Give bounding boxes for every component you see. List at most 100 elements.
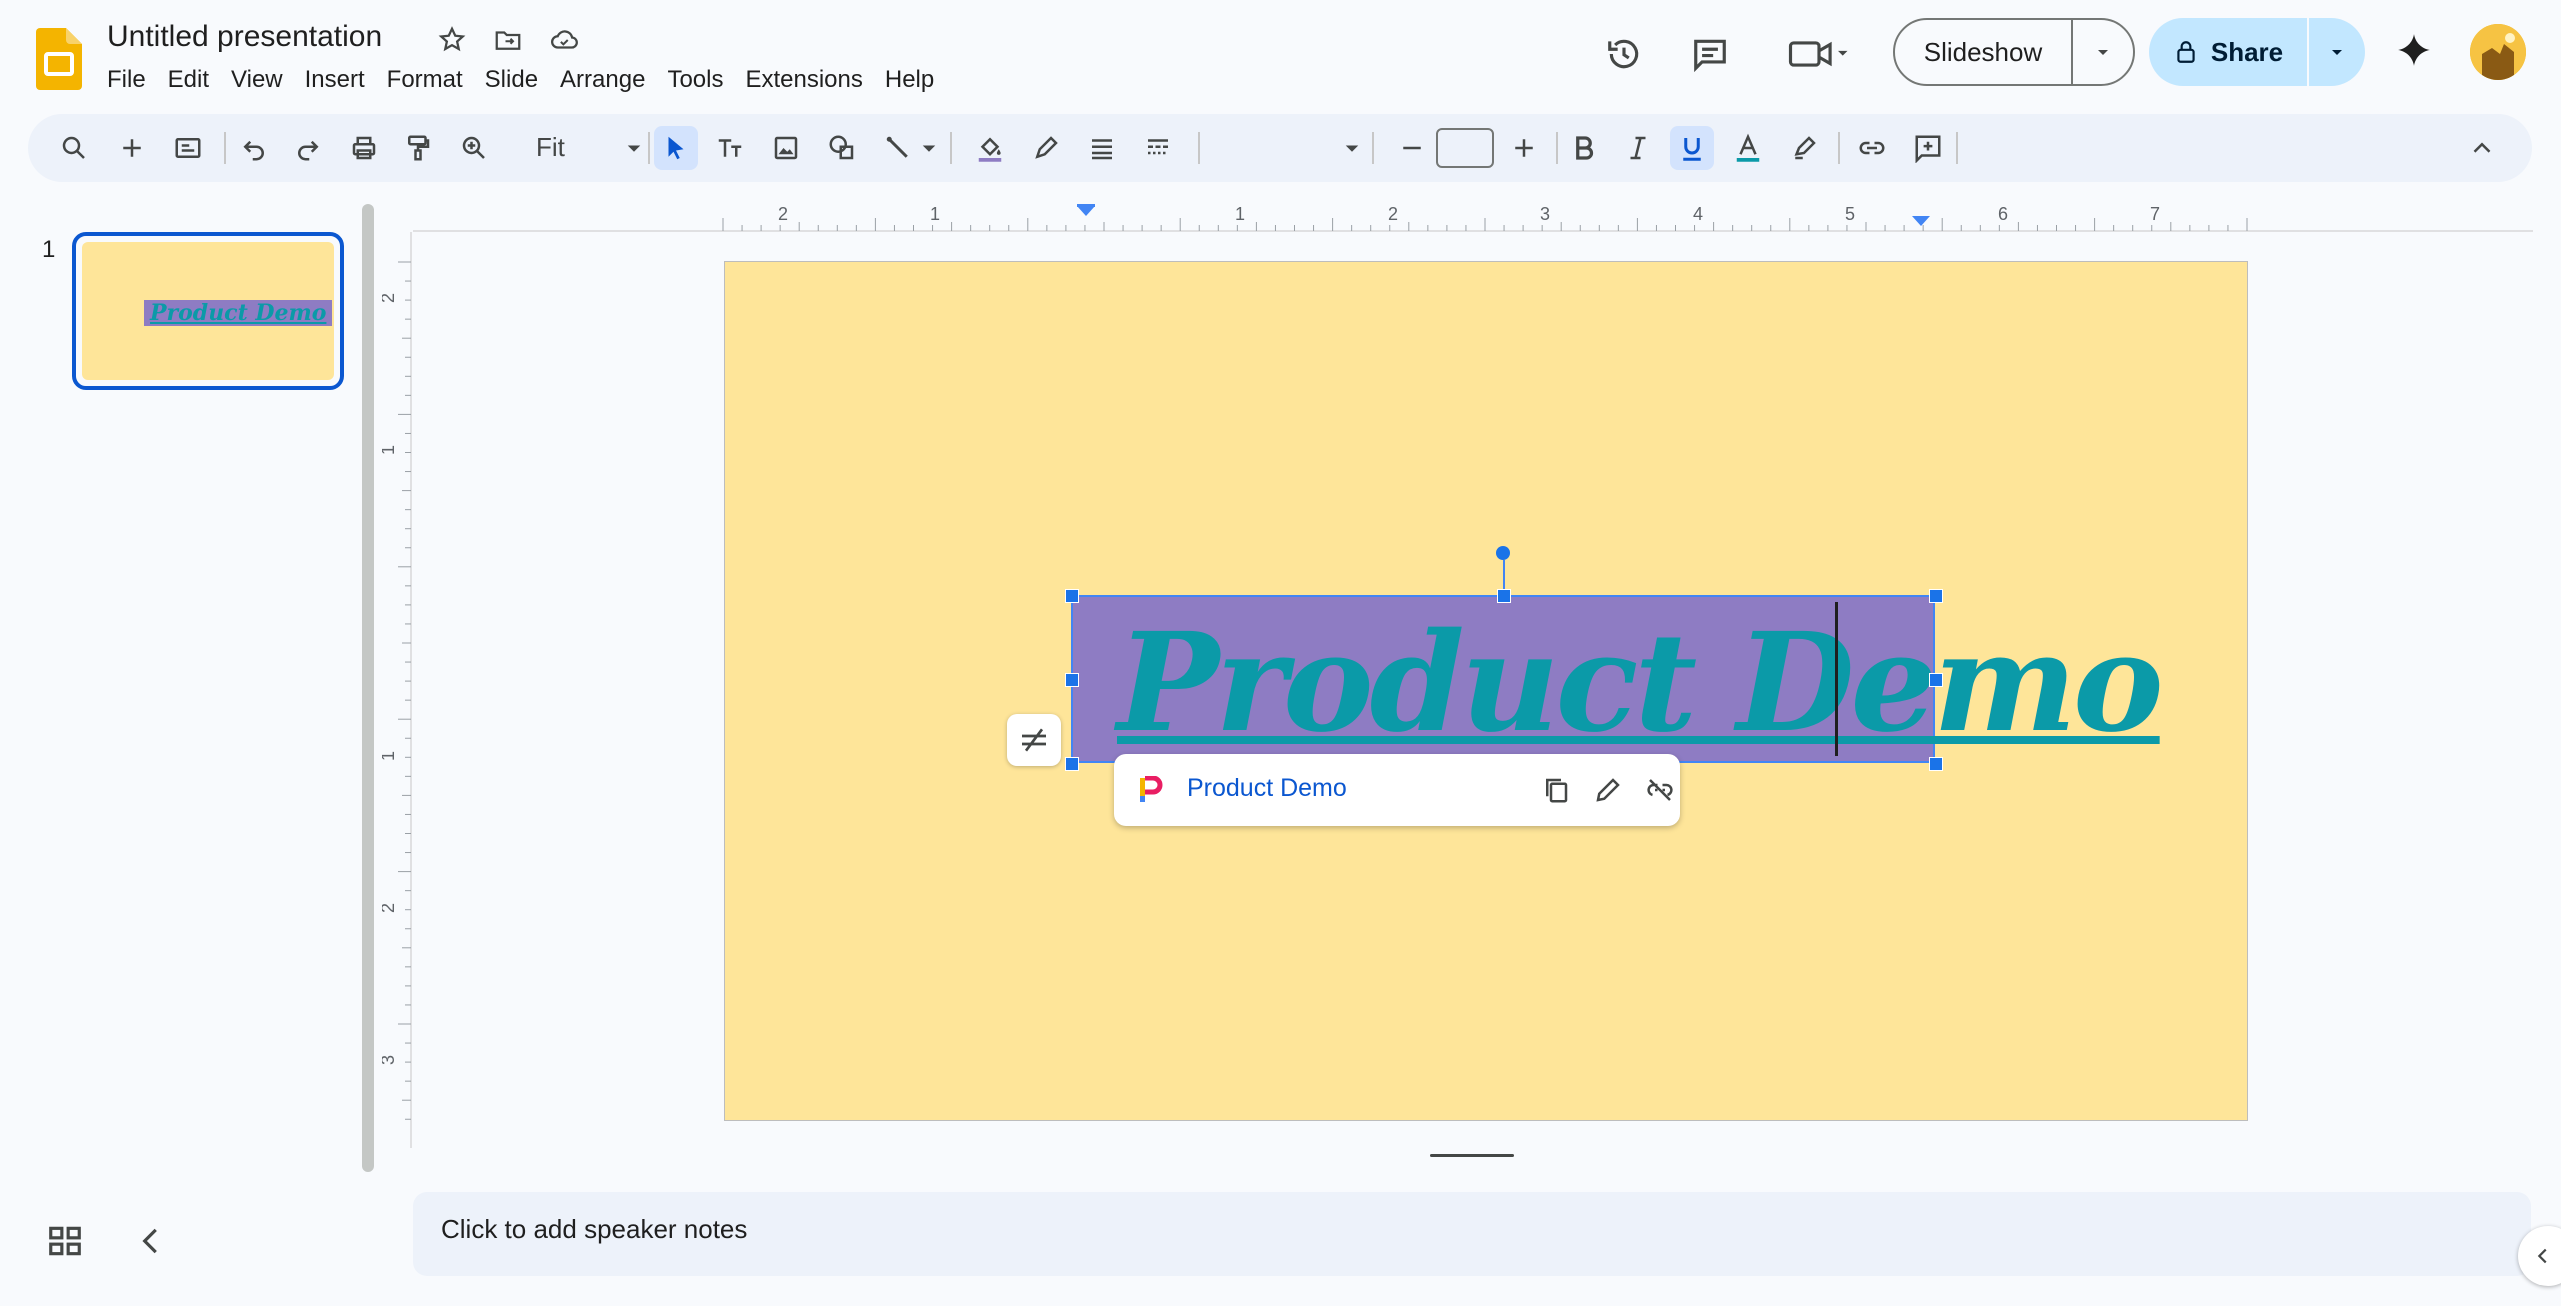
underline-icon[interactable]: [1670, 126, 1714, 170]
ruler-label: 2: [382, 903, 398, 913]
share-dropdown-icon[interactable]: [2309, 40, 2365, 64]
title-text-box[interactable]: Product Demo: [1071, 595, 2164, 763]
document-title[interactable]: Untitled presentation: [107, 20, 382, 54]
menu-bar: File Edit View Insert Format Slide Arran…: [96, 62, 945, 98]
account-avatar[interactable]: [2470, 24, 2526, 80]
decrease-font-size-icon[interactable]: [1390, 126, 1434, 170]
search-menus-icon[interactable]: [52, 126, 96, 170]
collapse-toolbar-icon[interactable]: [2460, 126, 2504, 170]
shape-icon[interactable]: [820, 126, 864, 170]
speaker-notes[interactable]: Click to add speaker notes: [413, 1192, 2531, 1276]
border-weight-icon[interactable]: [1080, 126, 1124, 170]
slideshow-group: Slideshow: [1893, 18, 2135, 86]
select-tool-icon[interactable]: [654, 126, 698, 170]
lock-icon: [2177, 41, 2195, 63]
print-icon[interactable]: [342, 126, 386, 170]
speaker-notes-placeholder: Click to add speaker notes: [441, 1214, 748, 1244]
menu-file[interactable]: File: [96, 62, 157, 98]
ruler-label: 2: [382, 293, 398, 303]
cloud-saved-icon[interactable]: [546, 22, 582, 58]
undo-icon[interactable]: [232, 126, 276, 170]
share-button[interactable]: Share: [2149, 18, 2309, 86]
layout-icon[interactable]: [166, 126, 210, 170]
resize-handle-bottom-right[interactable]: [1929, 757, 1943, 771]
slideshow-button[interactable]: Slideshow: [1895, 20, 2073, 84]
menu-help[interactable]: Help: [874, 62, 945, 98]
ruler-label: 2: [778, 204, 788, 224]
right-indent-marker[interactable]: [1912, 216, 1930, 226]
filmstrip-scrollbar[interactable]: [362, 204, 374, 1172]
version-history-icon[interactable]: [1596, 26, 1652, 82]
increase-font-size-icon[interactable]: [1502, 126, 1546, 170]
slides-logo[interactable]: [36, 28, 82, 90]
move-folder-icon[interactable]: [490, 22, 526, 58]
menu-view[interactable]: View: [220, 62, 294, 98]
font-dropdown-icon[interactable]: [1330, 126, 1374, 170]
smart-chip-toggle-icon[interactable]: [1007, 714, 1061, 766]
border-dash-icon[interactable]: [1136, 126, 1180, 170]
ruler-label: 7: [2150, 204, 2160, 224]
menu-insert[interactable]: Insert: [294, 62, 376, 98]
resize-handle-top-right[interactable]: [1929, 589, 1943, 603]
ruler-label: 1: [930, 204, 940, 224]
ruler-label: 3: [1540, 204, 1550, 224]
menu-format[interactable]: Format: [376, 62, 474, 98]
vertical-ruler[interactable]: 2 1 1 2 3: [382, 232, 412, 1148]
text-box-icon[interactable]: [708, 126, 752, 170]
slide-number: 1: [42, 236, 56, 263]
menu-tools[interactable]: Tools: [656, 62, 734, 98]
hide-filmstrip-icon[interactable]: [132, 1222, 170, 1260]
border-color-icon[interactable]: [1024, 126, 1068, 170]
share-label: Share: [2210, 36, 2284, 67]
resize-handle-bottom-left[interactable]: [1065, 757, 1079, 771]
edit-link-icon[interactable]: [1590, 772, 1626, 808]
slide-thumbnail[interactable]: Product Demo: [72, 232, 344, 390]
insert-image-icon[interactable]: [764, 126, 808, 170]
ruler-label: 1: [382, 445, 398, 455]
grid-view-icon[interactable]: [46, 1222, 84, 1260]
line-dropdown-icon[interactable]: [914, 126, 944, 170]
horizontal-ruler[interactable]: 2 1 1 2 3 4 5 6 7: [413, 204, 2533, 232]
notes-resize-handle[interactable]: [1430, 1154, 1514, 1157]
meet-call-icon[interactable]: [1776, 26, 1862, 82]
menu-slide[interactable]: Slide: [474, 62, 549, 98]
thumbnail-title: Product Demo: [144, 300, 333, 326]
redo-icon[interactable]: [286, 126, 330, 170]
thumbnail-canvas: Product Demo: [82, 242, 334, 380]
insert-link-icon[interactable]: [1850, 126, 1894, 170]
menu-edit[interactable]: Edit: [157, 62, 220, 98]
rotation-handle[interactable]: [1496, 546, 1510, 560]
chevron-left-icon: [2537, 1248, 2547, 1264]
fill-color-icon[interactable]: [968, 126, 1012, 170]
resize-handle-left[interactable]: [1065, 673, 1079, 687]
ruler-label: 4: [1693, 204, 1703, 224]
remove-link-icon[interactable]: [1642, 772, 1678, 808]
comments-icon[interactable]: [1682, 26, 1738, 82]
slideshow-dropdown-icon[interactable]: [2073, 40, 2133, 64]
zoom-icon[interactable]: [452, 126, 496, 170]
title-text[interactable]: Product Demo: [1117, 603, 2164, 763]
star-icon[interactable]: [434, 22, 470, 58]
font-size-input[interactable]: [1436, 128, 1494, 168]
italic-icon[interactable]: [1616, 126, 1660, 170]
ruler-label: 3: [382, 1055, 398, 1065]
ruler-label: 1: [1235, 204, 1245, 224]
new-slide-icon[interactable]: [110, 126, 154, 170]
text-color-icon[interactable]: [1726, 126, 1770, 170]
menu-extensions[interactable]: Extensions: [734, 62, 873, 98]
left-indent-marker[interactable]: [1077, 206, 1095, 216]
bold-icon[interactable]: [1562, 126, 1606, 170]
resize-handle-top[interactable]: [1497, 589, 1511, 603]
share-group: Share: [2149, 18, 2365, 86]
link-title[interactable]: Product Demo: [1187, 774, 1347, 803]
toolbar: Fit: [28, 114, 2532, 182]
add-comment-icon[interactable]: [1906, 126, 1950, 170]
highlight-color-icon[interactable]: [1782, 126, 1826, 170]
resize-handle-right[interactable]: [1929, 673, 1943, 687]
paint-format-icon[interactable]: [396, 126, 440, 170]
menu-arrange[interactable]: Arrange: [549, 62, 656, 98]
gemini-spark-icon[interactable]: [2386, 22, 2442, 78]
copy-link-icon[interactable]: [1538, 772, 1574, 808]
zoom-select[interactable]: Fit: [536, 132, 565, 163]
resize-handle-top-left[interactable]: [1065, 589, 1079, 603]
